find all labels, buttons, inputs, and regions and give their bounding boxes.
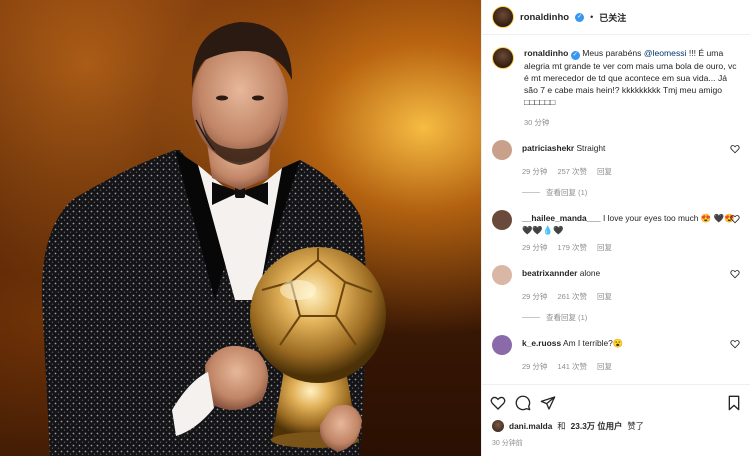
commenter-username[interactable]: k_e.ruoss <box>522 338 561 348</box>
head <box>192 42 288 162</box>
comment-icon[interactable] <box>515 395 531 411</box>
commenter-username[interactable]: patriciashekr <box>522 143 574 153</box>
comment-item: __hailee_manda___ I love your eyes too m… <box>492 210 740 253</box>
post-photo[interactable] <box>0 0 481 456</box>
comment-like-count[interactable]: 261 次赞 <box>557 291 587 302</box>
comment-item: patriciashekr Straight 29 分钟 257 次赞 回复 查… <box>492 140 740 198</box>
likes-summary: dani.malda 和 23.3万 位用户 赞了 <box>482 420 750 432</box>
comment-time: 29 分钟 <box>522 362 548 371</box>
comment-like-count[interactable]: 141 次赞 <box>557 361 587 372</box>
following-button[interactable]: 已关注 <box>599 11 626 24</box>
view-replies-button[interactable]: 查看回复 (1) <box>522 187 740 198</box>
comment-item: beatrixannder alone 29 分钟 261 次赞 回复 查看回复… <box>492 265 740 323</box>
post-header: ronaldinho ✓ • 已关注 <box>482 0 750 35</box>
comment-reply-button[interactable]: 回复 <box>597 291 612 302</box>
instagram-post-view: ronaldinho ✓ • 已关注 ronaldinho ✓ Meus par… <box>0 0 750 456</box>
comment-item: k_e.ruoss Am I terrible?😮 29 分钟 141 次赞 回… <box>492 335 740 372</box>
verified-badge-icon: ✓ <box>570 51 580 60</box>
heart-icon[interactable] <box>490 395 506 411</box>
commenter-username[interactable]: beatrixannder <box>522 268 577 278</box>
commenter-avatar[interactable] <box>492 265 512 285</box>
comment-reply-button[interactable]: 回复 <box>597 166 612 177</box>
post-timestamp: 30 分钟前 <box>492 440 523 447</box>
commenter-avatar[interactable] <box>492 140 512 160</box>
comment-reply-button[interactable]: 回复 <box>597 242 612 253</box>
comment-time: 29 分钟 <box>522 292 548 301</box>
author-username[interactable]: ronaldinho <box>520 12 569 23</box>
post-caption: ronaldinho ✓ Meus parabéns @leomessi !!!… <box>492 47 740 108</box>
liker-username[interactable]: dani.malda <box>509 421 552 431</box>
commenter-avatar[interactable] <box>492 210 512 230</box>
post-action-bar <box>482 384 750 420</box>
likes-joiner: 和 <box>557 421 566 431</box>
comment-heart-icon[interactable] <box>730 214 740 224</box>
comment-like-count[interactable]: 179 次赞 <box>557 242 587 253</box>
bookmark-icon[interactable] <box>726 395 742 411</box>
verified-badge-icon: ✓ <box>575 12 585 22</box>
comment-text: alone <box>579 268 601 278</box>
comment-like-count[interactable]: 257 次赞 <box>557 166 587 177</box>
comment-time: 29 分钟 <box>522 167 548 176</box>
caption-author-avatar[interactable] <box>492 47 514 69</box>
left-hand <box>205 345 269 410</box>
view-replies-label: 查看回复 (1) <box>546 188 588 197</box>
liker-avatar[interactable] <box>492 420 504 432</box>
mention-link[interactable]: @leomessi <box>644 48 687 58</box>
comment-heart-icon[interactable] <box>730 144 740 154</box>
comment-time: 29 分钟 <box>522 243 548 252</box>
likes-count[interactable]: 23.3万 位用户 <box>571 420 623 432</box>
comment-heart-icon[interactable] <box>730 339 740 349</box>
comments-scroll-area[interactable]: ronaldinho ✓ Meus parabéns @leomessi !!!… <box>482 35 750 384</box>
likes-suffix: 赞了 <box>627 421 644 431</box>
caption-time: 30 分钟 <box>524 118 550 127</box>
comment-text: Am I terrible?😮 <box>562 338 624 348</box>
author-avatar[interactable] <box>492 6 514 28</box>
caption-text-start: Meus parabéns <box>582 48 644 58</box>
comment-reply-button[interactable]: 回复 <box>597 361 612 372</box>
caption-username[interactable]: ronaldinho <box>524 48 568 58</box>
post-side-panel: ronaldinho ✓ • 已关注 ronaldinho ✓ Meus par… <box>481 0 750 456</box>
share-icon[interactable] <box>540 395 556 411</box>
comment-heart-icon[interactable] <box>730 269 740 279</box>
separator-dot: • <box>590 12 594 22</box>
view-replies-button[interactable]: 查看回复 (1) <box>522 312 740 323</box>
view-replies-label: 查看回复 (1) <box>546 313 588 322</box>
commenter-username[interactable]: __hailee_manda___ <box>522 213 601 223</box>
comment-text: Straight <box>576 143 606 153</box>
commenter-avatar[interactable] <box>492 335 512 355</box>
photo-illustration <box>41 22 386 456</box>
